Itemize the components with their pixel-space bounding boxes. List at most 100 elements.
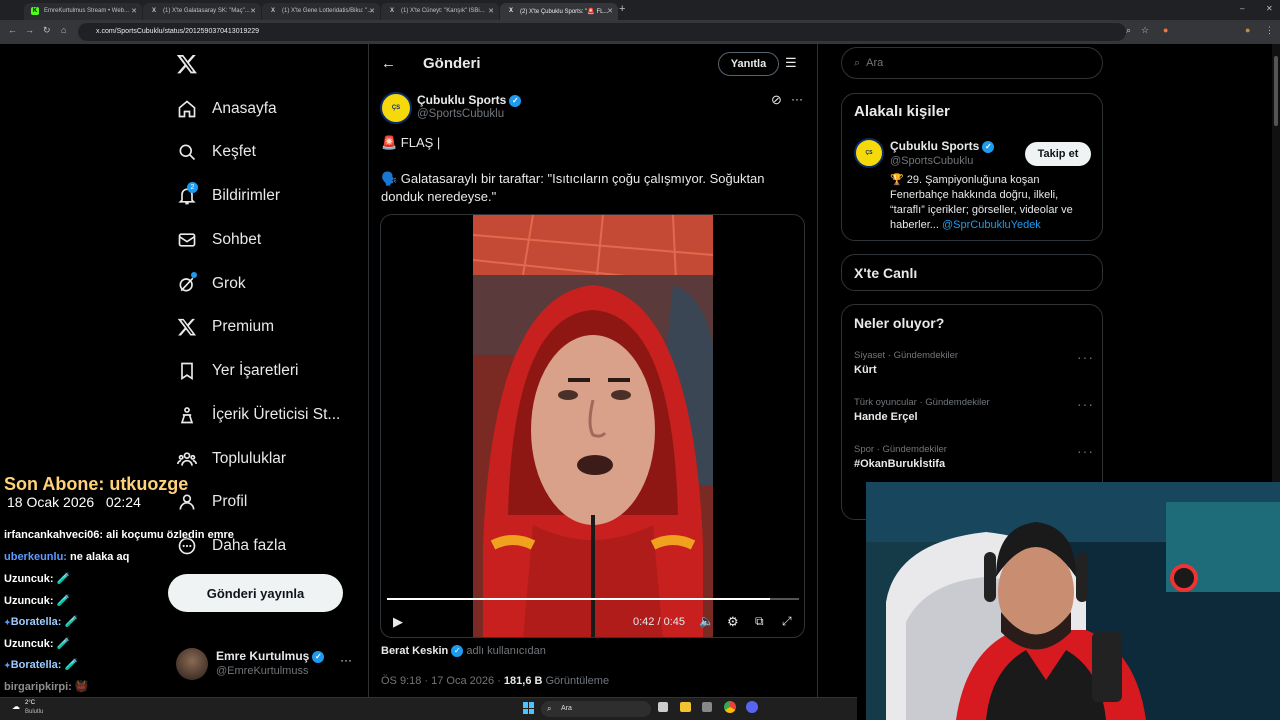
trends-title: Neler oluyor? (854, 315, 945, 331)
chat-message: 🧪 (61, 659, 79, 671)
badge-icon: ✦ (4, 618, 11, 627)
trend-item[interactable]: Türk oyuncular · Gündemdekiler Hande Erç… (842, 394, 1102, 434)
discord-icon[interactable] (746, 701, 758, 713)
profile-avatar-icon[interactable]: ● (1245, 25, 1250, 35)
chrome-icon[interactable] (724, 701, 736, 713)
tab-x-2[interactable]: X (1) X'te Gene Lotteridatis/Biku: "... ✕ (262, 3, 380, 20)
chat-user: Uzuncuk: (4, 595, 54, 607)
sidebar-item-explore[interactable]: Keşfet (176, 137, 256, 167)
menu-icon[interactable]: ⋮ (1265, 25, 1274, 36)
video-player[interactable]: ▶ 0:42 / 0:45 🔈 ⚙ ⧉ ⤢ (380, 214, 805, 638)
post-timestamp[interactable]: ÖS 9:18 · 17 Oca 2026 · (381, 675, 504, 687)
file-explorer-icon[interactable] (680, 702, 691, 712)
chat-message: ali koçumu özledin emre (103, 529, 234, 541)
tab-label: EmreKurtulmus Stream • Web... (44, 8, 130, 14)
related-title: Alakalı kişiler (854, 103, 950, 120)
tab-x-3[interactable]: X (1) X'te Cüneyt: "Karışık" ISBi... ✕ (381, 3, 499, 20)
weather-desc: Bulutlu (25, 709, 44, 715)
extension-icon[interactable]: ● (1163, 25, 1168, 35)
task-view-icon[interactable] (658, 702, 668, 712)
author-handle[interactable]: @SportsCubuklu (417, 108, 504, 120)
play-icon[interactable]: ▶ (393, 614, 403, 630)
follow-button[interactable]: Takip et (1025, 142, 1091, 166)
settings-icon[interactable]: ⚙ (727, 614, 739, 630)
reload-icon[interactable]: ↻ (43, 25, 51, 36)
video-credit-name[interactable]: Berat Keskin (381, 645, 448, 657)
sidebar-item-messages[interactable]: Sohbet (176, 225, 261, 255)
search-icon: ⌕ (547, 704, 552, 713)
tab-strip: K EmreKurtulmus Stream • Web... ✕ X (1) X't… (0, 0, 1280, 20)
close-tab-icon[interactable]: ✕ (369, 7, 375, 15)
chat-user: irfancankahveci06: (4, 529, 104, 541)
weather-icon[interactable]: ☁ (12, 702, 20, 711)
scrollbar-thumb[interactable] (1274, 56, 1278, 126)
app-icon[interactable] (702, 702, 712, 712)
close-tab-icon[interactable]: ✕ (131, 7, 137, 15)
related-bio-link[interactable]: @SprCubukluYedek (942, 219, 1041, 231)
sidebar-item-label: Keşfet (212, 143, 256, 160)
related-name[interactable]: Çubuklu Sports (890, 139, 979, 153)
tab-x-active[interactable]: X (2) X'te Çubuklu Sports: "🚨 FL... ✕ (500, 3, 618, 20)
search-browser-icon[interactable]: ⌕ (1126, 25, 1131, 36)
back-icon[interactable]: ← (8, 25, 17, 35)
address-bar[interactable]: x.com/SportsCubuklu/status/2012590370413… (78, 23, 1126, 41)
x-favicon-icon: X (389, 8, 394, 14)
sidebar-item-label: Grok (212, 275, 246, 292)
sidebar-item-grok[interactable]: Grok (176, 269, 246, 299)
bookmark-icon (176, 360, 198, 382)
video-progress-track[interactable] (387, 598, 799, 600)
taskbar-search[interactable]: ⌕ Ara (541, 701, 651, 717)
trend-more-icon[interactable]: ··· (1077, 396, 1094, 412)
sidebar-item-creator-studio[interactable]: İçerik Üreticisi St... (176, 400, 340, 430)
filter-icon[interactable]: ☰ (785, 55, 797, 71)
close-tab-icon[interactable]: ✕ (488, 7, 494, 15)
pip-icon[interactable]: ⧉ (755, 614, 764, 629)
author-avatar[interactable]: ÇS (380, 92, 412, 124)
author-name[interactable]: Çubuklu Sports (417, 93, 506, 107)
sidebar-item-bookmarks[interactable]: Yer İşaretleri (176, 356, 298, 386)
fullscreen-icon[interactable]: ⤢ (782, 614, 792, 629)
trend-item[interactable]: Siyaset · Gündemdekiler Kürt ··· (842, 347, 1102, 387)
trend-more-icon[interactable]: ··· (1077, 443, 1094, 459)
window-close-icon[interactable]: ✕ (1266, 4, 1273, 13)
sidebar-item-premium[interactable]: Premium (176, 312, 274, 342)
close-tab-icon[interactable]: ✕ (250, 7, 256, 15)
account-more-icon[interactable]: ··· (340, 653, 352, 667)
video-frame (473, 215, 713, 637)
related-handle[interactable]: @SportsCubuklu (890, 155, 973, 167)
new-tab-icon[interactable]: + (619, 3, 625, 15)
post-button[interactable]: Gönderi yayınla (168, 574, 343, 612)
post-more-icon[interactable]: ··· (791, 92, 803, 106)
sidebar-item-notifications[interactable]: 2 Bildirimler (176, 181, 280, 211)
back-arrow-icon[interactable]: ← (381, 55, 396, 72)
trend-more-icon[interactable]: ··· (1077, 349, 1094, 365)
home-browser-icon[interactable]: ⌂ (61, 25, 66, 35)
chat-line: Uzuncuk: 🧪 (4, 572, 70, 585)
notification-badge: 2 (187, 182, 198, 193)
search-input[interactable]: ⌕ Ara (841, 47, 1103, 79)
volume-icon[interactable]: 🔈 (699, 614, 714, 628)
trend-meta: Spor · Gündemdekiler (854, 444, 947, 455)
reply-button[interactable]: Yanıtla (718, 52, 779, 76)
grok-post-icon[interactable]: ⊘ (771, 92, 782, 108)
live-card[interactable]: X'te Canlı (841, 254, 1103, 291)
avatar (176, 648, 208, 680)
sidebar-item-communities[interactable]: Topluluklar (176, 444, 286, 474)
sidebar-item-home[interactable]: Anasayfa (176, 94, 277, 124)
account-switcher[interactable]: Emre Kurtulmuş ✓ @EmreKurtulmuss ··· (176, 647, 356, 681)
overlay-datetime: 18 Ocak 2026 02:24 (7, 494, 141, 510)
star-icon[interactable]: ☆ (1141, 25, 1149, 36)
related-people-card: Alakalı kişiler ÇS Çubuklu Sports ✓ @Spor… (841, 93, 1103, 241)
trend-item[interactable]: Spor · Gündemdekiler #OkanBurukİstifa ··… (842, 441, 1102, 481)
sidebar-item-label: Yer İşaretleri (212, 362, 299, 379)
forward-icon[interactable]: → (25, 25, 34, 35)
chat-line: irfancankahveci06: ali koçumu özledin em… (4, 529, 234, 541)
minimize-icon[interactable]: – (1240, 4, 1244, 13)
tab-kick[interactable]: K EmreKurtulmus Stream • Web... ✕ (24, 3, 142, 20)
windows-start-icon[interactable] (523, 702, 535, 714)
x-logo-icon[interactable] (176, 53, 198, 80)
close-tab-icon[interactable]: ✕ (607, 7, 613, 15)
tab-x-1[interactable]: X (1) X'te Galatasaray SK: "Maç"... ✕ (143, 3, 261, 20)
related-avatar[interactable]: ÇS (854, 138, 884, 168)
grok-icon (176, 272, 198, 295)
